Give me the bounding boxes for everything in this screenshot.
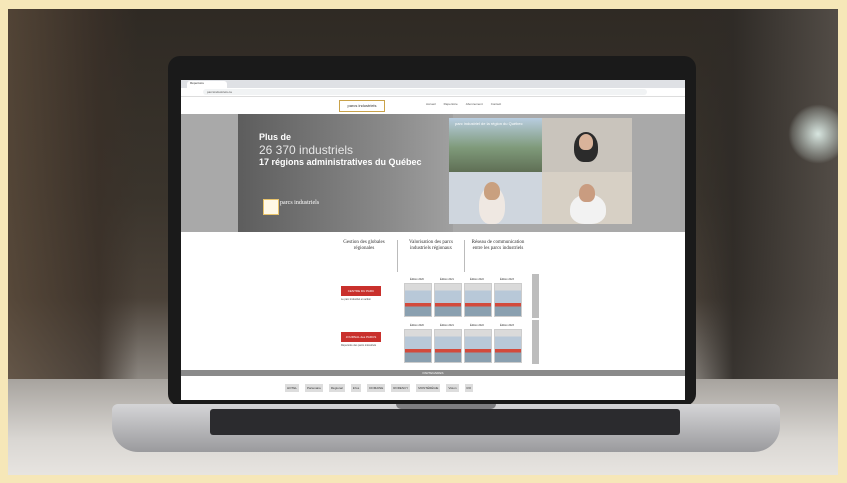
site-header: parcs industriels Accueil Répertoire Abo… [181, 97, 685, 113]
magazine-label: Édition 2023 [500, 324, 514, 327]
partner-logo[interactable]: Partenaire [305, 384, 323, 392]
background-bokeh-right [688, 9, 838, 379]
hero-banner: Plus de 26 370 industriels 17 régions ad… [181, 114, 685, 232]
magazine-cover[interactable] [434, 329, 462, 363]
publication-badge[interactable]: JOURNAL des PARCS INDUSTRIELS [341, 332, 381, 349]
magazine-cover[interactable] [434, 283, 462, 317]
publication-subtitle: Le parc industriel en action [341, 298, 371, 301]
partner-logo[interactable]: HOTEL [285, 384, 300, 392]
hero-line-3: 17 régions administratives du Québec [259, 157, 422, 167]
magazine-cover[interactable] [464, 329, 492, 363]
partner-logo[interactable]: MONTÉRÉGIE [416, 384, 441, 392]
partner-logo[interactable]: RO [464, 384, 474, 392]
magazine-cover[interactable] [404, 283, 432, 317]
magazine-label: Édition 2020 [410, 278, 424, 281]
publication-subtitle: Répertoire des parcs industriels [341, 344, 377, 347]
magazine-cover[interactable] [404, 329, 432, 363]
magazine-cover[interactable] [464, 283, 492, 317]
site-logo[interactable]: parcs industriels [339, 100, 385, 112]
partner-logos: HOTEL Partenaire Régional Infos DOMAINE … [285, 379, 595, 397]
magazine-label: Édition 2023 [500, 278, 514, 281]
face [579, 184, 595, 202]
hero-line-2: 26 370 industriels [259, 143, 354, 157]
site-menu: Accueil Répertoire Abonnement Contact [426, 102, 501, 106]
hero-line-1: Plus de [259, 132, 292, 142]
partner-logo[interactable]: DOMAINE [367, 384, 386, 392]
partner-logo[interactable]: Régional [328, 384, 345, 392]
magazine-cover[interactable] [494, 329, 522, 363]
service-column[interactable]: Valorisation des parcs industriels régio… [398, 240, 465, 272]
video-tile-person-2 [449, 172, 542, 224]
magazine-label: Édition 2022 [470, 324, 484, 327]
video-caption: parc industriel de la région du Québec [455, 121, 523, 126]
face [579, 134, 593, 150]
hero-logo-text: parcs industriels [280, 200, 320, 206]
partner-logo[interactable]: Vision [446, 384, 459, 392]
menu-item[interactable]: Accueil [426, 102, 436, 106]
magazine-label: Édition 2020 [410, 324, 424, 327]
browser-address-bar: parcsindustriels.ca [181, 88, 685, 97]
url-field[interactable]: parcsindustriels.ca [203, 89, 647, 95]
magazine-label: Édition 2022 [470, 278, 484, 281]
laptop-keyboard [210, 409, 680, 435]
video-tile-person-3 [542, 172, 632, 224]
menu-item[interactable]: Abonnement [466, 102, 483, 106]
laptop-notch [396, 404, 496, 409]
partner-logo[interactable]: Infos [350, 384, 362, 392]
laptop-screen: Répertoire parcsindustriels.ca parcs ind… [181, 80, 685, 400]
publication-badge[interactable]: CENTRE DU PARC INDUSTRIEL [341, 286, 381, 303]
browser-tab-bar: Répertoire [181, 80, 685, 88]
browser-tab[interactable]: Répertoire [187, 81, 227, 88]
video-tile-aerial: parc industriel de la région du Québec [449, 118, 542, 172]
carousel-scroll[interactable] [532, 274, 539, 318]
video-tile-person-1 [542, 118, 632, 172]
magazine-label: Édition 2021 [440, 278, 454, 281]
menu-item[interactable]: Répertoire [444, 102, 458, 106]
face [484, 182, 500, 200]
service-columns: Gestion des globales régionales Valorisa… [331, 240, 531, 272]
magazine-label: Édition 2021 [440, 324, 454, 327]
background-bokeh-left [8, 9, 138, 379]
service-column[interactable]: Réseau de communication entre les parcs … [465, 240, 531, 272]
menu-item[interactable]: Contact [491, 102, 501, 106]
service-column[interactable]: Gestion des globales régionales [331, 240, 398, 272]
carousel-scroll[interactable] [532, 320, 539, 364]
hero-logo-icon [263, 199, 279, 215]
magazine-cover[interactable] [494, 283, 522, 317]
partners-bar: PARTENAIRES [181, 370, 685, 376]
partner-logo[interactable]: RORENCY [391, 384, 411, 392]
